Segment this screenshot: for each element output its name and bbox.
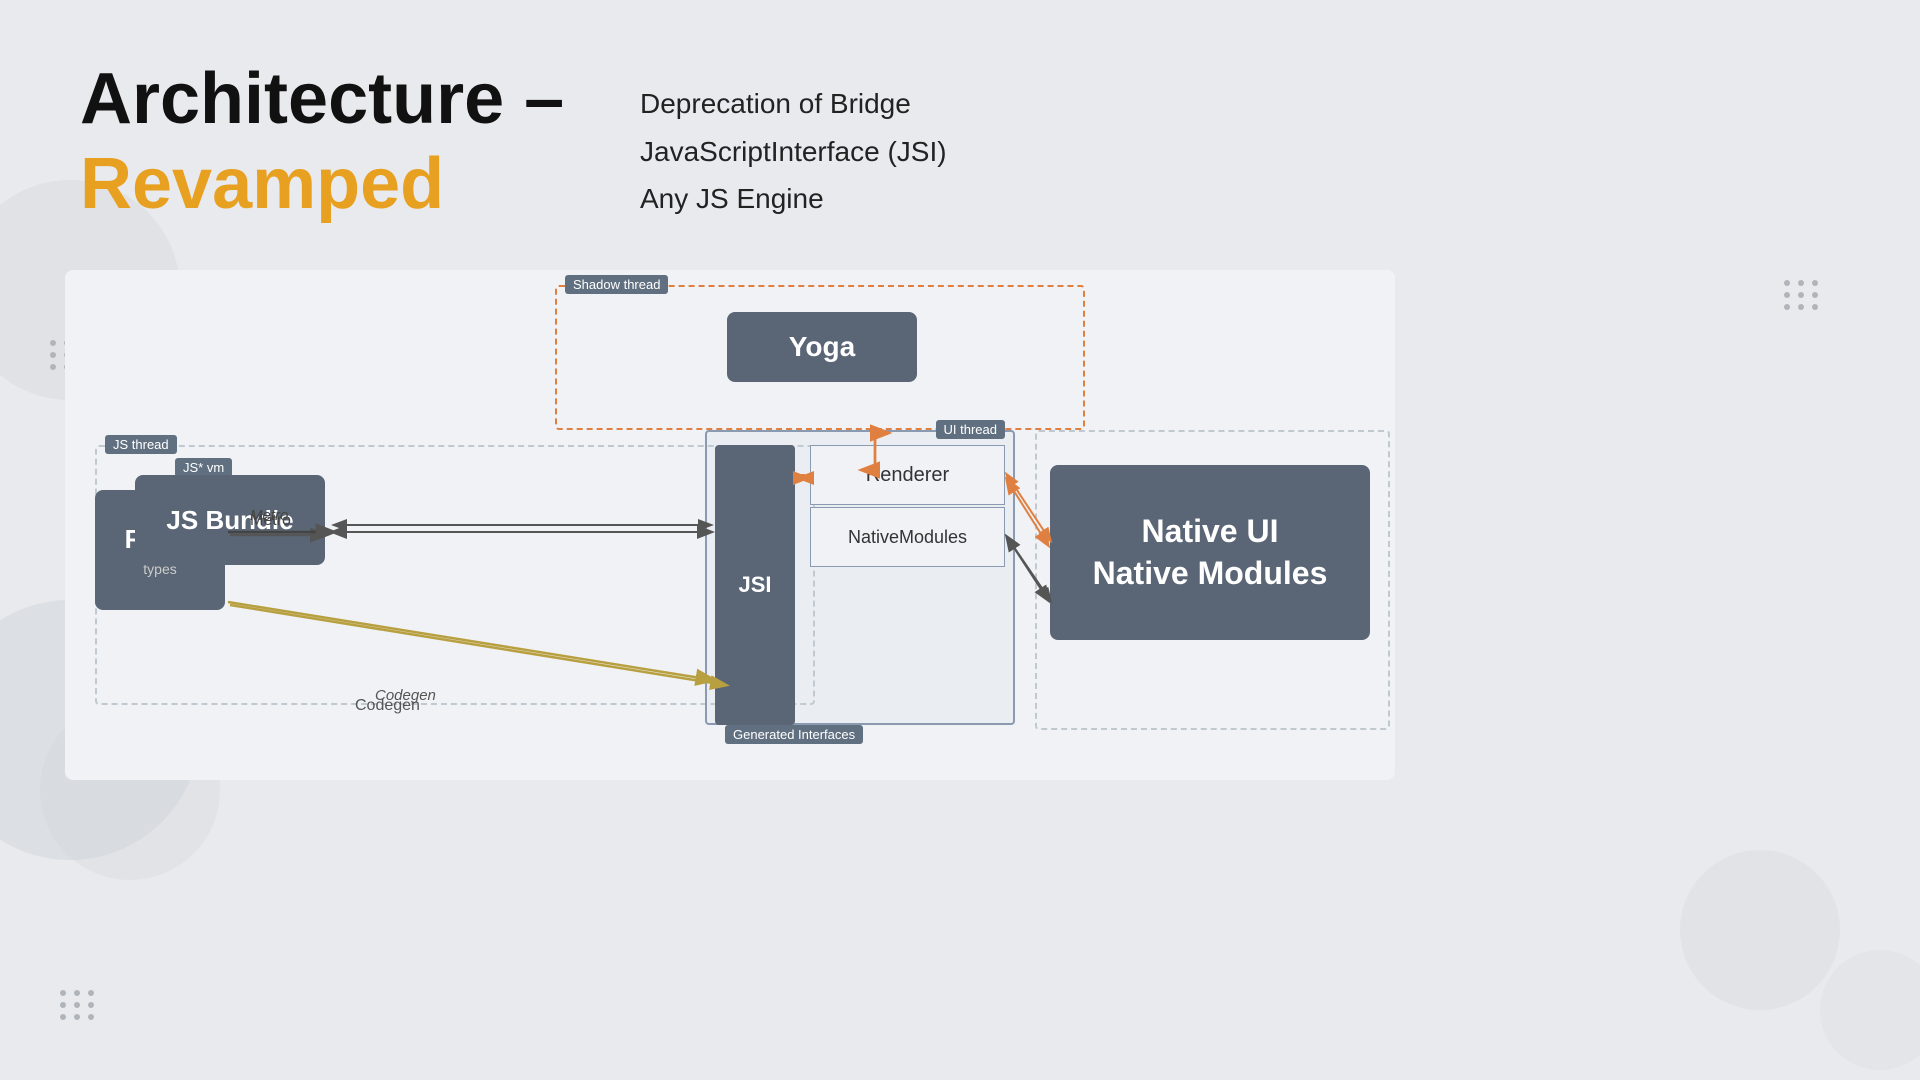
generated-interfaces-label: Generated Interfaces [725,725,863,744]
title-line1: Architecture – [80,60,564,139]
renderer-box: Renderer [810,445,1005,505]
dots-decoration-bottom-left [60,990,96,1020]
title-architecture: Architecture – [80,59,564,139]
shadow-thread-label: Shadow thread [565,275,668,294]
feature-2: JavaScriptInterface (JSI) [640,128,947,176]
yoga-box: Yoga [727,312,917,382]
header: Architecture – Revamped [80,60,564,225]
features-list: Deprecation of Bridge JavaScriptInterfac… [640,80,947,223]
shadow-thread-box: Shadow thread Yoga [555,285,1085,430]
jsi-column: JSI [715,445,795,725]
js-bundle-box: JS Bundle [135,475,325,565]
feature-1: Deprecation of Bridge [640,80,947,128]
ui-thread-label: UI thread [936,420,1005,439]
dots-decoration-right [1784,280,1820,310]
title-revamped: Revamped [80,143,564,225]
js-thread-label: JS thread [105,435,177,454]
diagram-container: Shadow thread Yoga JS thread UI thread J… [65,270,1395,780]
native-modules-inner-box: NativeModules [810,507,1005,567]
native-ui-box: Native UINative Modules [1050,465,1370,640]
feature-3: Any JS Engine [640,175,947,223]
native-ui-label: Native UINative Modules [1093,511,1328,594]
